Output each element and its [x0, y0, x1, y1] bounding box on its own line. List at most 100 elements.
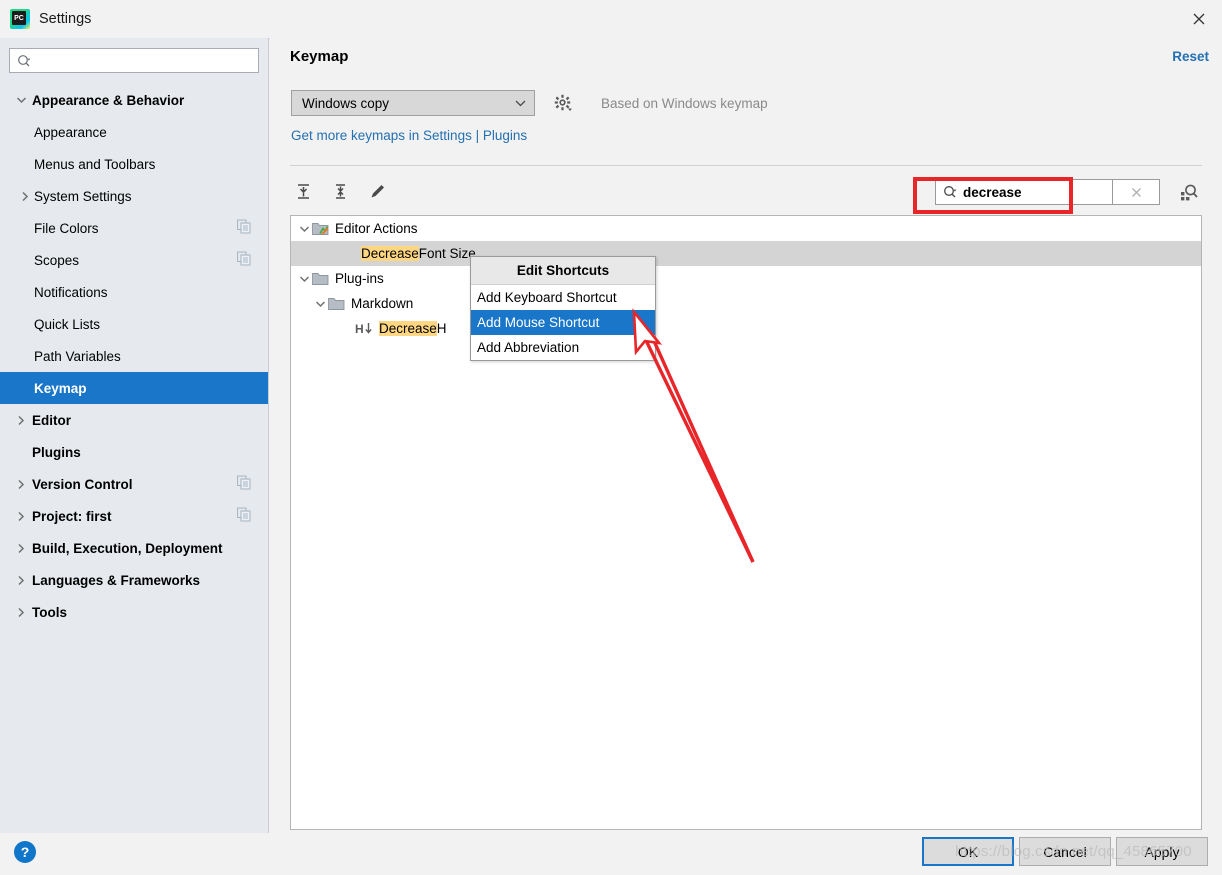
get-more-keymaps-link[interactable]: Get more keymaps in Settings | Plugins [291, 128, 527, 143]
copy-badge-icon [236, 507, 251, 525]
pycharm-logo [10, 9, 30, 29]
chevron-right-icon[interactable] [12, 607, 30, 618]
window-titlebar: Settings [0, 0, 1222, 39]
keymap-panel: Keymap Reset Windows copy Based on Windo… [270, 38, 1222, 833]
chevron-right-icon[interactable] [12, 511, 30, 522]
sidebar-item-label: Menus and Toolbars [34, 156, 156, 172]
sidebar-item-appearance-behavior[interactable]: Appearance & Behavior [0, 84, 268, 116]
find-box[interactable] [935, 179, 1149, 205]
tree-row[interactable]: Plug-ins [291, 266, 1201, 291]
tree-row[interactable]: H Decrease H [291, 316, 1201, 341]
context-menu-item[interactable]: Add Abbreviation [471, 335, 655, 360]
sidebar-item-path-variables[interactable]: Path Variables [0, 340, 268, 372]
sidebar-item-plugins[interactable]: Plugins [0, 436, 268, 468]
sidebar-item-label: Appearance & Behavior [32, 92, 185, 108]
folder-editor-actions-icon [312, 221, 329, 236]
edit-shortcuts-context-menu: Edit Shortcuts Add Keyboard Shortcut Add … [470, 256, 656, 361]
dialog-buttons: OK Cancel Apply [922, 837, 1208, 866]
sidebar-item-file-colors[interactable]: File Colors [0, 212, 268, 244]
button-label: Cancel [1043, 843, 1087, 860]
expand-all-icon[interactable] [290, 178, 316, 204]
copy-badge-icon [236, 219, 251, 237]
gear-icon[interactable] [554, 94, 573, 113]
keymap-based-on-label: Based on Windows keymap [601, 95, 768, 111]
search-match-highlight: Decrease [361, 246, 419, 261]
apply-button[interactable]: Apply [1116, 837, 1208, 866]
sidebar-item-languages-frameworks[interactable]: Languages & Frameworks [0, 564, 268, 596]
sidebar-item-label: Notifications [34, 284, 108, 300]
edit-pencil-icon[interactable] [364, 178, 390, 204]
clear-x-icon[interactable] [1113, 179, 1160, 205]
heading-down-icon: H [355, 321, 373, 336]
copy-badge-icon [236, 251, 251, 269]
tree-row-label: Plug-ins [335, 271, 384, 286]
find-by-shortcut-icon[interactable] [1178, 182, 1200, 202]
keymap-selector-row: Windows copy Based on Windows keymap [291, 90, 768, 116]
cancel-button[interactable]: Cancel [1019, 837, 1111, 866]
collapse-all-icon[interactable] [327, 178, 353, 204]
sidebar-item-label: Editor [32, 412, 71, 428]
sidebar-item-label: Build, Execution, Deployment [32, 540, 223, 556]
context-menu-header: Edit Shortcuts [471, 257, 655, 285]
sidebar-item-version-control[interactable]: Version Control [0, 468, 268, 500]
search-match-highlight: Decrease [379, 321, 437, 336]
close-icon[interactable] [1176, 0, 1222, 38]
sidebar-item-label: Version Control [32, 476, 133, 492]
sidebar-search-box[interactable] [9, 48, 259, 73]
context-menu-item-label: Add Abbreviation [477, 340, 580, 355]
sidebar-item-label: Appearance [34, 124, 107, 140]
context-menu-item[interactable]: Add Mouse Shortcut [471, 310, 655, 335]
sidebar-item-label: Languages & Frameworks [32, 572, 201, 588]
ok-button[interactable]: OK [922, 837, 1014, 866]
chevron-down-icon[interactable] [12, 96, 30, 104]
window-title: Settings [39, 11, 92, 27]
chevron-right-icon[interactable] [12, 479, 30, 490]
reset-link[interactable]: Reset [1172, 49, 1209, 64]
sidebar-search-input[interactable] [32, 50, 258, 71]
chevron-right-icon[interactable] [12, 575, 30, 586]
tree-row[interactable]: Decrease Font Size [291, 241, 1201, 266]
sidebar-item-menus-and-toolbars[interactable]: Menus and Toolbars [0, 148, 268, 180]
chevron-right-icon[interactable] [12, 543, 30, 554]
dialog-footer: ? OK Cancel Apply [0, 833, 1222, 875]
folder-icon [328, 296, 345, 311]
chevron-down-icon[interactable] [296, 225, 312, 233]
chevron-right-icon[interactable] [16, 191, 34, 202]
sidebar-item-tools[interactable]: Tools [0, 596, 268, 628]
tree-row-label: Markdown [351, 296, 414, 311]
find-actions-row [935, 179, 1200, 205]
sidebar-item-label: Path Variables [34, 348, 121, 364]
tree-row-label: Font Size [418, 246, 476, 261]
svg-text:H: H [355, 322, 364, 336]
keymap-select-value: Windows copy [302, 95, 390, 111]
tree-row[interactable]: Markdown [291, 291, 1201, 316]
sidebar-item-appearance[interactable]: Appearance [0, 116, 268, 148]
keymap-toolbar [290, 178, 390, 204]
sidebar-item-label: File Colors [34, 220, 99, 236]
sidebar-item-label: System Settings [34, 188, 132, 204]
tree-row[interactable]: Editor Actions [291, 216, 1201, 241]
sidebar-item-label: Project: first [32, 508, 112, 524]
sidebar-item-project-first[interactable]: Project: first [0, 500, 268, 532]
chevron-right-icon[interactable] [12, 415, 30, 426]
sidebar-item-build-execution-deployment[interactable]: Build, Execution, Deployment [0, 532, 268, 564]
sidebar-item-keymap[interactable]: Keymap [0, 372, 268, 404]
search-icon [943, 185, 958, 199]
sidebar-item-notifications[interactable]: Notifications [0, 276, 268, 308]
sidebar-item-editor[interactable]: Editor [0, 404, 268, 436]
chevron-down-icon[interactable] [312, 300, 328, 308]
keymap-select[interactable]: Windows copy [291, 90, 535, 116]
chevron-down-icon [514, 96, 527, 111]
sidebar-item-system-settings[interactable]: System Settings [0, 180, 268, 212]
chevron-down-icon[interactable] [296, 275, 312, 283]
search-icon [17, 54, 32, 68]
sidebar-item-label: Scopes [34, 252, 80, 268]
help-icon[interactable]: ? [14, 841, 36, 863]
sidebar-item-scopes[interactable]: Scopes [0, 244, 268, 276]
sidebar-item-list: Appearance & Behavior Appearance Menus and… [0, 84, 268, 628]
context-menu-item[interactable]: Add Keyboard Shortcut [471, 285, 655, 310]
folder-icon [312, 271, 329, 286]
sidebar-item-quick-lists[interactable]: Quick Lists [0, 308, 268, 340]
section-divider [290, 165, 1202, 166]
tree-row-label: H [436, 321, 447, 336]
